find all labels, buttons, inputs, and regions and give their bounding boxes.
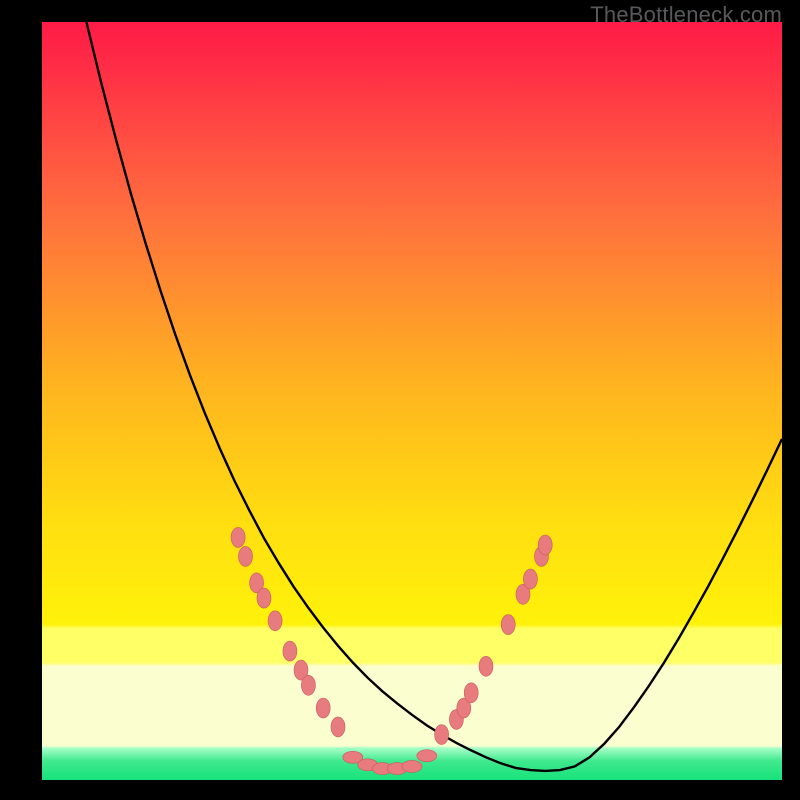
data-dot (268, 611, 282, 631)
data-dot (479, 656, 493, 676)
plot-area (42, 22, 782, 780)
data-dot (316, 698, 330, 718)
data-dot (435, 725, 449, 745)
data-dot (231, 527, 245, 547)
data-dot (417, 750, 437, 762)
outer-frame: TheBottleneck.com (0, 0, 800, 800)
gradient-background (42, 22, 782, 780)
data-dot (301, 675, 315, 695)
chart-svg (42, 22, 782, 780)
data-dot (402, 760, 422, 772)
data-dot (331, 717, 345, 737)
data-dot (257, 588, 271, 608)
data-dot (464, 683, 478, 703)
data-dot (538, 535, 552, 555)
data-dot (239, 546, 253, 566)
data-dot (523, 569, 537, 589)
data-dot (501, 615, 515, 635)
data-dot (283, 641, 297, 661)
